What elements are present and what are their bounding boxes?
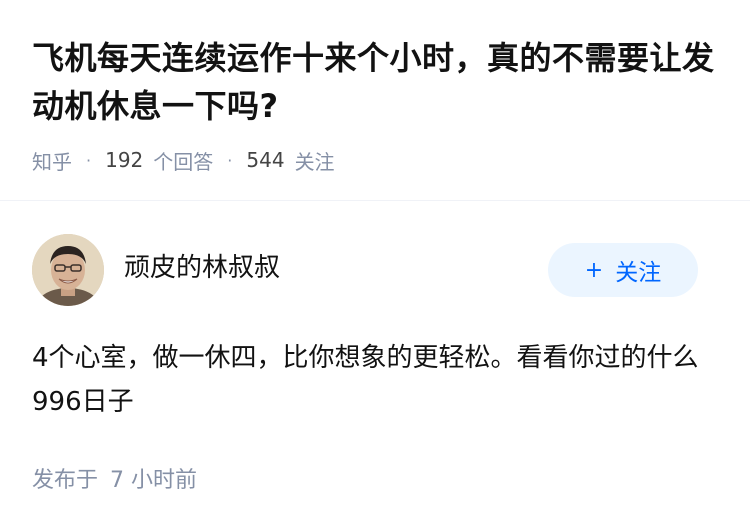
question-title[interactable]: 飞机每天连续运作十来个小时，真的不需要让发动机休息一下吗? [32,34,722,130]
answers-label[interactable]: 个回答 [153,146,213,175]
followers-label[interactable]: 关注 [295,146,335,175]
follow-button-label: 关注 [615,260,662,286]
answer-content[interactable]: 4个心室，做一休四，比你想象的更轻松。看看你过的什么996日子 [32,336,722,424]
question-header: 飞机每天连续运作十来个小时，真的不需要让发动机休息一下吗? 知乎 · 192 个… [0,0,750,200]
avatar-image [32,234,104,306]
avatar[interactable] [32,234,104,306]
section-divider [0,200,750,201]
source-label[interactable]: 知乎 [32,146,72,175]
time-value: 7 小时前 [110,468,198,493]
follow-button[interactable]: + 关注 [548,243,698,297]
question-meta: 知乎 · 192 个回答 · 544 关注 [32,144,335,176]
answers-count: 192 [105,148,144,172]
separator-dot: · [86,150,92,170]
followers-count: 544 [246,148,285,172]
answer-timestamp: 发布于 7 小时前 [32,464,197,498]
author-name[interactable]: 顽皮的林叔叔 [124,250,280,286]
separator-dot: · [227,150,233,170]
time-prefix: 发布于 [32,468,99,493]
plus-icon: + [584,257,604,283]
answer-page: 飞机每天连续运作十来个小时，真的不需要让发动机休息一下吗? 知乎 · 192 个… [0,0,750,532]
